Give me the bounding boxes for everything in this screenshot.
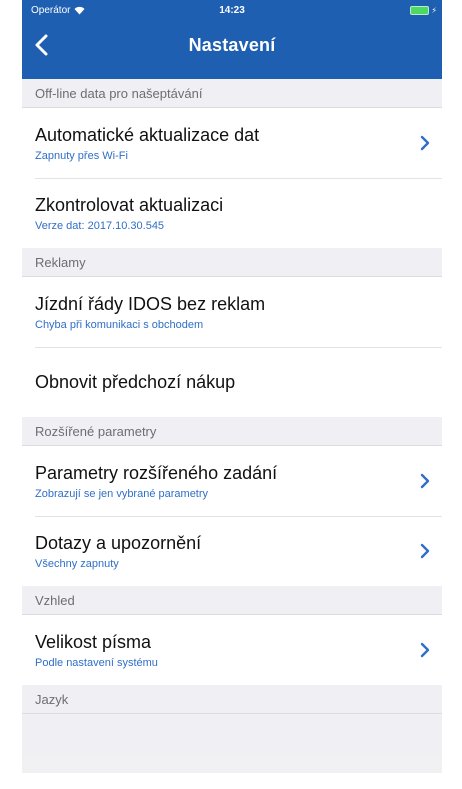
no-ads-title: Jízdní řády IDOS bez reklam <box>35 294 266 314</box>
check-update-row[interactable]: Zkontrolovat aktualizaci Verze dat: 2017… <box>22 178 442 248</box>
font-size-title: Velikost písma <box>35 632 152 652</box>
auto-update-title: Automatické aktualizace dat <box>35 125 260 145</box>
queries-alerts-row[interactable]: Dotazy a upozornění Všechny zapnuty <box>22 516 442 586</box>
settings-screen: Operátor 14:23 ⚡ Nastavení Off-line data… <box>22 0 442 773</box>
settings-list: Off-line data pro našeptávání Automatick… <box>22 79 442 754</box>
section-header-ads: Reklamy <box>22 248 442 277</box>
section-header-appearance: Vzhled <box>22 586 442 615</box>
section-header-language: Jazyk <box>22 685 442 714</box>
chevron-right-icon <box>420 473 430 489</box>
auto-update-value: Zapnuty přes Wi-Fi <box>35 150 128 162</box>
chevron-right-icon <box>420 642 430 658</box>
check-update-title: Zkontrolovat aktualizaci <box>35 195 224 215</box>
status-bar: Operátor 14:23 ⚡ <box>22 0 442 22</box>
page-title: Nastavení <box>188 35 276 55</box>
data-version-value: Verze dat: 2017.10.30.545 <box>35 220 165 232</box>
no-ads-status: Chyba při komunikaci s obchodem <box>35 319 204 331</box>
auto-update-row[interactable]: Automatické aktualizace dat Zapnuty přes… <box>22 108 442 178</box>
queries-alerts-title: Dotazy a upozornění <box>35 533 202 553</box>
section-header-offline: Off-line data pro našeptávání <box>22 79 442 108</box>
chevron-right-icon <box>420 543 430 559</box>
restore-purchase-row[interactable]: Obnovit předchozí nákup <box>22 347 442 417</box>
list-bottom-space <box>22 714 442 754</box>
extended-params-row[interactable]: Parametry rozšířeného zadání Zobrazují s… <box>22 446 442 516</box>
restore-purchase-title: Obnovit předchozí nákup <box>35 372 236 392</box>
queries-alerts-value: Všechny zapnuty <box>35 558 119 570</box>
navigation-bar: Nastavení <box>22 22 442 79</box>
section-header-advanced: Rozšířené parametry <box>22 417 442 446</box>
chevron-right-icon <box>420 135 430 151</box>
no-ads-row[interactable]: Jízdní řády IDOS bez reklam Chyba při ko… <box>22 277 442 347</box>
status-time: 14:23 <box>219 5 245 16</box>
battery-icon: ⚡ <box>410 6 437 15</box>
extended-params-value: Zobrazují se jen vybrané parametry <box>35 488 209 500</box>
font-size-row[interactable]: Velikost písma Podle nastavení systému <box>22 615 442 685</box>
app-header: Operátor 14:23 ⚡ Nastavení <box>22 0 442 79</box>
extended-params-title: Parametry rozšířeného zadání <box>35 463 278 483</box>
font-size-value: Podle nastavení systému <box>35 657 158 669</box>
